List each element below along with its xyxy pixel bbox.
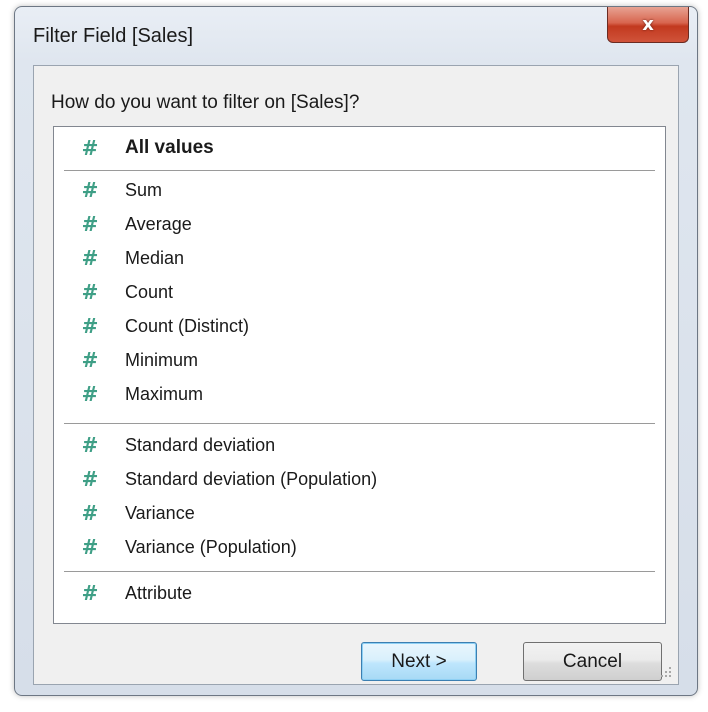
number-field-icon: # <box>81 535 99 559</box>
list-separator <box>64 170 655 171</box>
title-bar[interactable]: Filter Field [Sales] x <box>15 7 697 65</box>
list-item-count[interactable]: # Count <box>54 275 665 309</box>
number-field-icon: # <box>81 467 99 491</box>
list-item-label: Standard deviation <box>125 434 276 455</box>
number-field-icon: # <box>81 314 99 338</box>
list-item-label: Standard deviation (Population) <box>125 468 378 489</box>
list-item-label: Maximum <box>125 383 204 404</box>
list-item-label: Average <box>125 213 192 234</box>
cancel-button[interactable]: Cancel <box>523 642 662 681</box>
list-item-label: Count (Distinct) <box>125 315 250 336</box>
list-item-label: Count <box>125 281 174 302</box>
list-item-attribute[interactable]: # Attribute <box>54 576 665 610</box>
number-field-icon: # <box>81 280 99 304</box>
list-separator <box>64 571 655 572</box>
list-separator <box>64 423 655 424</box>
list-item-maximum[interactable]: # Maximum <box>54 377 665 411</box>
number-field-icon: # <box>81 212 99 236</box>
list-item-label: Attribute <box>125 582 193 603</box>
resize-grip-icon[interactable] <box>660 666 672 678</box>
number-field-icon: # <box>81 501 99 525</box>
number-field-icon: # <box>81 136 99 160</box>
dialog-body: How do you want to filter on [Sales]? # … <box>33 65 679 685</box>
filter-prompt: How do you want to filter on [Sales]? <box>51 92 360 113</box>
next-button[interactable]: Next > <box>361 642 477 681</box>
dialog-title: Filter Field [Sales] <box>33 25 194 47</box>
list-item-label: All values <box>125 137 214 158</box>
list-item-sum[interactable]: # Sum <box>54 173 665 207</box>
close-button[interactable]: x <box>607 7 689 43</box>
list-item-standard-deviation-population[interactable]: # Standard deviation (Population) <box>54 462 665 496</box>
filter-field-dialog: Filter Field [Sales] x How do you want t… <box>14 6 698 696</box>
number-field-icon: # <box>81 178 99 202</box>
number-field-icon: # <box>81 382 99 406</box>
list-item-variance-population[interactable]: # Variance (Population) <box>54 530 665 564</box>
list-item-label: Median <box>125 247 185 268</box>
list-item-label: Variance (Population) <box>125 536 297 557</box>
list-item-label: Minimum <box>125 349 199 370</box>
list-item-label: Sum <box>125 179 163 200</box>
list-item-standard-deviation[interactable]: # Standard deviation <box>54 428 665 462</box>
number-field-icon: # <box>81 348 99 372</box>
list-item-label: Variance <box>125 502 195 523</box>
aggregation-list[interactable]: # All values # Sum # Average # Median # … <box>53 126 666 624</box>
list-item-average[interactable]: # Average <box>54 207 665 241</box>
close-icon: x <box>642 13 654 35</box>
list-item-all-values[interactable]: # All values <box>54 131 665 165</box>
number-field-icon: # <box>81 433 99 457</box>
list-item-median[interactable]: # Median <box>54 241 665 275</box>
list-item-minimum[interactable]: # Minimum <box>54 343 665 377</box>
number-field-icon: # <box>81 246 99 270</box>
number-field-icon: # <box>81 581 99 605</box>
list-item-count-distinct[interactable]: # Count (Distinct) <box>54 309 665 343</box>
list-item-variance[interactable]: # Variance <box>54 496 665 530</box>
